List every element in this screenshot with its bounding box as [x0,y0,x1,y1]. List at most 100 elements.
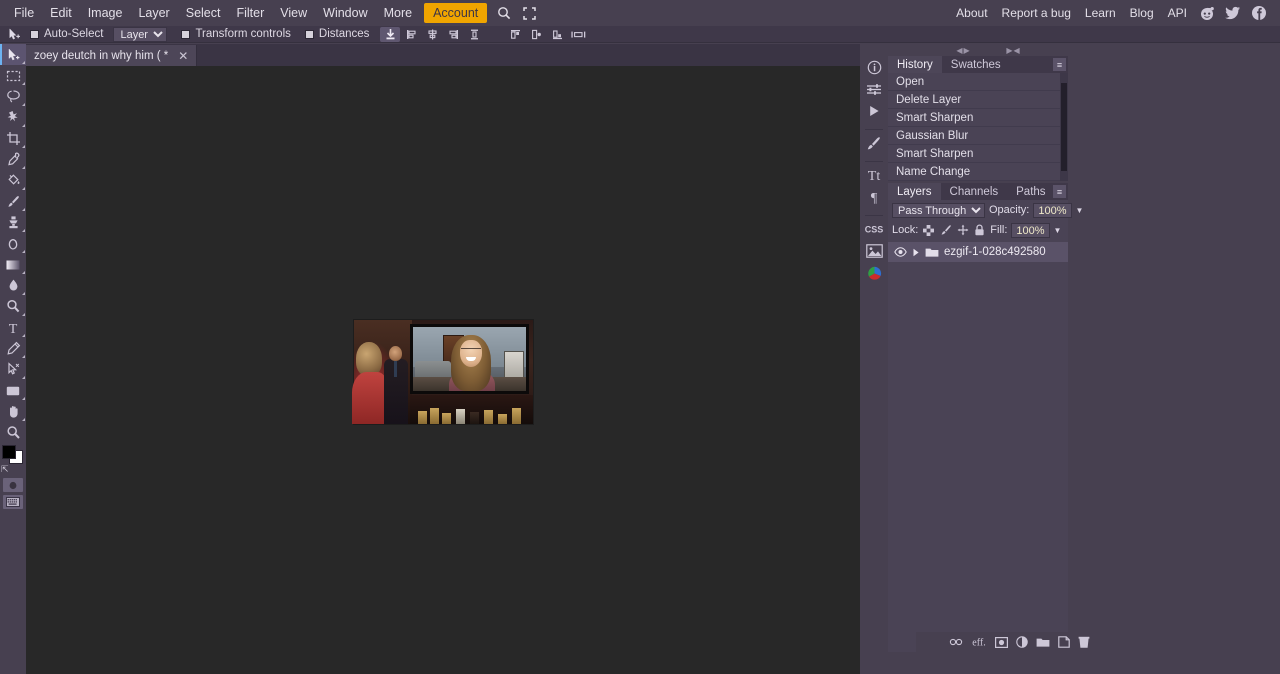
magic-wand-tool[interactable] [0,107,26,128]
eraser-tool[interactable] [0,233,26,254]
history-item[interactable]: Name Change [888,163,1068,181]
menu-about[interactable]: About [949,2,994,24]
quick-mask-icon[interactable] [3,478,23,492]
tab-layers[interactable]: Layers [888,183,941,200]
auto-select-checkbox[interactable]: Auto-Select [30,28,103,40]
distribute-horizontal-icon[interactable] [568,27,588,42]
menu-window[interactable]: Window [315,2,375,24]
actions-panel-icon[interactable] [862,100,886,122]
menu-view[interactable]: View [272,2,315,24]
layer-name[interactable]: ezgif-1-028c492580 [944,246,1046,258]
history-scrollbar[interactable] [1060,73,1068,181]
adjustments-panel-icon[interactable] [862,78,886,100]
layers-empty-area[interactable] [888,262,1068,652]
eyedropper-tool[interactable] [0,149,26,170]
lock-all-icon[interactable] [973,224,986,236]
distances-check-box[interactable] [304,29,314,39]
distribute-vertical-icon[interactable] [464,27,484,42]
lock-transparency-icon[interactable] [922,224,935,236]
fill-value[interactable]: 100% [1011,222,1050,238]
tab-channels[interactable]: Channels [941,183,1008,200]
opacity-dropdown-icon[interactable]: ▼ [1076,206,1084,215]
tab-swatches[interactable]: Swatches [942,56,1010,73]
opacity-value[interactable]: 100% [1033,202,1072,218]
type-tool[interactable]: T [0,317,26,338]
add-mask-icon[interactable] [995,636,1008,648]
transform-controls-check-box[interactable] [181,29,191,39]
move-tool[interactable] [0,44,26,65]
blend-mode-select[interactable]: Pass Through [892,202,985,218]
zoom-tool[interactable] [0,422,26,443]
menu-edit[interactable]: Edit [42,2,80,24]
swap-colors-icon[interactable]: ⇱ [1,464,9,475]
panel-menu-icon[interactable]: ≡ [1053,185,1066,198]
panel-menu-icon[interactable]: ≡ [1053,58,1066,71]
hand-tool[interactable] [0,401,26,422]
distances-checkbox[interactable]: Distances [304,28,369,40]
layer-target-select[interactable]: Layer [113,26,168,42]
search-icon[interactable] [491,3,517,23]
history-item[interactable]: Open [888,73,1068,91]
align-left-icon[interactable] [401,27,421,42]
reddit-icon[interactable] [1194,5,1220,21]
color-swatches[interactable]: ⇱ [0,445,26,475]
transform-controls-checkbox[interactable]: Transform controls [181,28,291,40]
info-panel-icon[interactable] [862,56,886,78]
menu-select[interactable]: Select [178,2,229,24]
history-item[interactable]: Gaussian Blur [888,127,1068,145]
brush-panel-icon[interactable] [862,132,886,154]
collapse-panels-icon-right[interactable]: ▶◀ [960,44,1067,56]
auto-select-check-box[interactable] [30,29,39,39]
layer-style-fx-icon[interactable]: eff. [971,636,987,648]
brush-tool[interactable] [0,191,26,212]
pen-tool[interactable] [0,338,26,359]
menu-learn[interactable]: Learn [1078,2,1123,24]
document-tab[interactable]: zoey deutch in why him ( * ✕ [26,45,198,66]
history-item[interactable]: Smart Sharpen [888,145,1068,163]
account-button[interactable]: Account [424,3,488,23]
adjustment-layer-icon[interactable] [1016,636,1028,648]
history-item[interactable]: Delete Layer [888,91,1068,109]
blur-tool[interactable] [0,275,26,296]
align-top-edges-icon[interactable] [505,27,525,42]
path-selection-tool[interactable] [0,359,26,380]
menu-blog[interactable]: Blog [1123,2,1161,24]
clone-stamp-tool[interactable] [0,212,26,233]
image-panel-icon[interactable] [862,240,886,262]
lock-pixels-icon[interactable] [939,224,952,236]
character-panel-icon[interactable]: Tt [862,164,886,186]
align-right-icon[interactable] [443,27,463,42]
facebook-icon[interactable] [1246,5,1272,21]
crop-tool[interactable] [0,128,26,149]
marquee-tool[interactable] [0,65,26,86]
new-group-icon[interactable] [1036,637,1050,648]
paint-bucket-tool[interactable] [0,170,26,191]
lock-position-icon[interactable] [956,224,969,236]
align-bottom-edges-icon[interactable] [547,27,567,42]
layer-row[interactable]: ezgif-1-028c492580 [888,242,1068,262]
history-item[interactable]: Smart Sharpen [888,109,1068,127]
expand-arrow-icon[interactable] [912,248,920,257]
align-bottom-filled-icon[interactable] [380,26,401,42]
history-scrollbar-thumb[interactable] [1061,83,1067,171]
new-layer-icon[interactable] [1058,636,1070,648]
history-list[interactable]: Open Delete Layer Smart Sharpen Gaussian… [888,73,1068,181]
link-layers-icon[interactable] [949,637,963,647]
foreground-color-swatch[interactable] [2,445,16,459]
align-center-horizontal-icon[interactable] [422,27,442,42]
menu-layer[interactable]: Layer [130,2,177,24]
fill-dropdown-icon[interactable]: ▼ [1054,226,1062,235]
menu-more[interactable]: More [376,2,420,24]
align-vertical-centers-icon[interactable] [526,27,546,42]
menu-api[interactable]: API [1161,2,1194,24]
menu-file[interactable]: File [6,2,42,24]
paragraph-panel-icon[interactable]: ¶ [862,186,886,208]
fullscreen-icon[interactable] [517,4,542,23]
canvas-area[interactable] [26,66,860,674]
document-image[interactable] [352,320,533,424]
tab-history[interactable]: History [888,56,942,73]
menu-report-a-bug[interactable]: Report a bug [995,2,1078,24]
color-panel-icon[interactable] [862,262,886,284]
menu-filter[interactable]: Filter [228,2,272,24]
lasso-tool[interactable] [0,86,26,107]
